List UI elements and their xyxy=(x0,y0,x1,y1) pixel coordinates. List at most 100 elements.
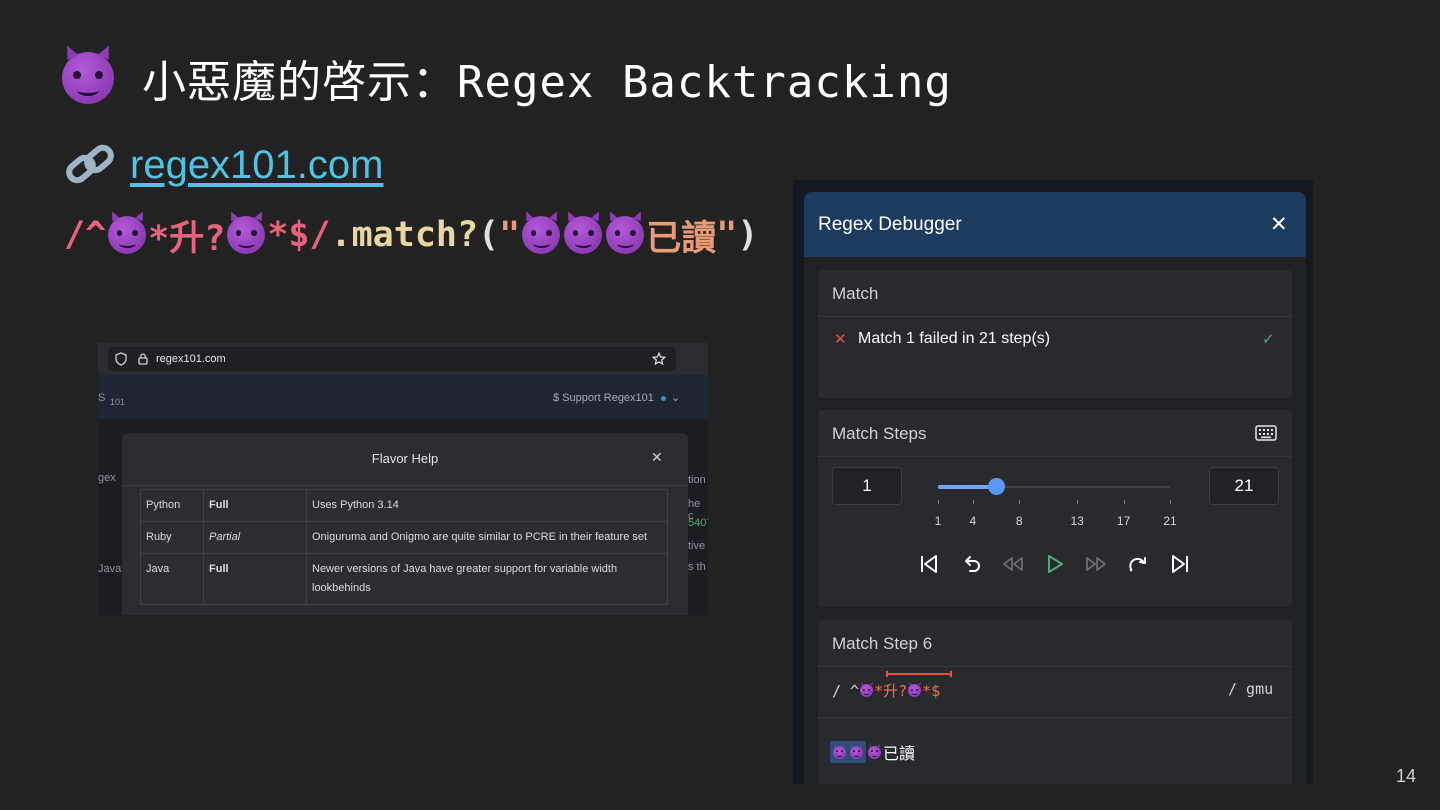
slider-tick xyxy=(972,500,974,504)
smiling-face-with-horns-icon xyxy=(606,216,645,254)
play-icon[interactable] xyxy=(1043,552,1067,576)
match-result-text: Match 1 failed in 21 step(s) xyxy=(858,330,1051,347)
match-steps-card: Match Steps 1 21 1 4 8 13 17 21 xyxy=(818,410,1292,607)
undo-icon[interactable] xyxy=(959,552,983,576)
browser-url-bar: regex101.com xyxy=(98,343,708,375)
debugger-header: Regex Debugger ✕ xyxy=(804,192,1306,257)
code-regex-open: /^ xyxy=(64,215,107,255)
notes-cell: Newer versions of Java have greater supp… xyxy=(306,553,668,605)
smiling-face-with-horns-icon xyxy=(860,684,874,697)
step-regex: / ^ *升? *$ xyxy=(832,680,940,701)
matched-selection xyxy=(830,741,866,763)
card-header: Match Step 6 xyxy=(818,620,1292,667)
star-icon[interactable] xyxy=(652,352,666,366)
link-icon xyxy=(66,144,114,184)
step-slider-handle[interactable] xyxy=(988,478,1005,495)
support-cell: Full xyxy=(203,553,307,605)
notes-cell: Oniguruma and Onigmo are quite similar t… xyxy=(306,521,668,554)
edge-text: tion xyxy=(688,474,706,486)
code-regex-mid1: *升? xyxy=(148,218,226,259)
keyboard-icon[interactable] xyxy=(1255,424,1277,442)
slider-tick-label: 4 xyxy=(969,514,977,528)
backtrack-marker xyxy=(886,671,952,677)
total-steps-box: 21 xyxy=(1209,467,1279,505)
divider xyxy=(818,717,1292,718)
test-subject: 已讀 xyxy=(830,740,915,764)
code-quote-close: " xyxy=(716,215,738,255)
x-icon: ✕ xyxy=(834,331,847,348)
subject-tail: 已讀 xyxy=(883,746,916,763)
smiling-face-with-horns-icon xyxy=(908,684,922,697)
smiling-face-with-horns-icon xyxy=(522,216,561,254)
code-string-tail: 已讀 xyxy=(646,218,717,259)
close-icon[interactable]: ✕ xyxy=(1270,212,1288,237)
slider-tick xyxy=(1123,500,1125,504)
smiling-face-with-horns-icon xyxy=(868,745,881,759)
support-cell: Partial xyxy=(203,521,307,554)
modal-title: Flavor Help xyxy=(371,451,439,466)
rewind-icon[interactable] xyxy=(1001,552,1025,576)
flavor-cell: Java xyxy=(140,553,204,605)
table-row: Ruby Partial Oniguruma and Onigmo are quit… xyxy=(140,521,668,554)
flavor-cell: Python xyxy=(140,489,204,522)
link-row: regex101.com xyxy=(64,138,383,192)
edge-text: s th xyxy=(688,561,706,573)
card-header: Match Steps xyxy=(818,410,1292,457)
smiling-face-with-horns-icon xyxy=(108,216,147,254)
slider-tick xyxy=(1019,500,1021,504)
regex-highlight-a: *升? xyxy=(874,682,908,700)
slider-tick-label: 13 xyxy=(1070,514,1084,528)
slider-tick-label: 21 xyxy=(1163,514,1177,528)
support-regex101-link[interactable]: $ Support Regex101 ⌄ xyxy=(553,391,680,404)
table-row: Java Full Newer versions of Java have grea… xyxy=(140,553,668,605)
match-step-heading: Match Step 6 xyxy=(832,634,933,653)
flavor-help-screenshot: regex101.com S 101 gex JavaS $ Support R… xyxy=(98,343,708,615)
debugger-title: Regex Debugger xyxy=(818,214,962,235)
support-cell: Full xyxy=(203,489,307,522)
lock-icon xyxy=(138,353,148,365)
address-box[interactable]: regex101.com xyxy=(108,347,676,371)
regex-debugger-panel: Regex Debugger ✕ Match ✕ Match 1 failed … xyxy=(793,180,1313,784)
match-card: Match ✕ Match 1 failed in 21 step(s) ✓ xyxy=(818,270,1292,398)
url-text: regex101.com xyxy=(156,353,226,365)
status-dot-icon xyxy=(660,395,666,401)
first-step-icon[interactable] xyxy=(917,552,941,576)
card-header: Match xyxy=(818,270,1292,317)
match-step-detail-card: Match Step 6 / ^ *升? *$ / gmu 已讀 xyxy=(818,620,1292,784)
slider-tick xyxy=(1077,500,1079,504)
current-step-input[interactable]: 1 xyxy=(832,467,902,505)
slider-tick-label: 1 xyxy=(934,514,942,528)
close-icon[interactable]: ✕ xyxy=(651,449,663,466)
table-row: Python Full Uses Python 3.14 xyxy=(140,489,668,522)
slider-tick xyxy=(1170,500,1171,504)
slider-tick-label: 17 xyxy=(1116,514,1131,528)
slide-title-text: 小惡魔的啓示：Regex Backtracking xyxy=(142,57,952,108)
notes-cell: Uses Python 3.14 xyxy=(306,489,668,522)
flavor-help-modal: Flavor Help ✕ Python Full Uses Python 3.14… xyxy=(122,433,688,615)
check-icon: ✓ xyxy=(1262,331,1275,348)
slider-tick xyxy=(938,500,939,504)
regex-prefix: / ^ xyxy=(832,681,860,700)
chevron-down-icon: ⌄ xyxy=(671,392,681,404)
redo-icon[interactable] xyxy=(1126,552,1150,576)
smiling-face-with-horns-icon xyxy=(62,52,114,104)
match-steps-heading: Match Steps xyxy=(832,424,927,443)
slide-title: 小惡魔的啓示：Regex Backtracking xyxy=(62,48,952,108)
smiling-face-with-horns-icon xyxy=(227,216,266,254)
shield-icon xyxy=(115,352,127,366)
smiling-face-with-horns-icon xyxy=(850,745,863,759)
code-quote-open: " xyxy=(499,215,521,255)
edge-text: 5407 xyxy=(688,517,708,529)
edge-text: tive xyxy=(688,540,706,552)
edge-text: 101 xyxy=(110,397,126,407)
match-heading: Match xyxy=(832,284,879,303)
edge-text: gex xyxy=(98,472,116,484)
regex101-link[interactable]: regex101.com xyxy=(130,143,383,188)
code-paren-close: ) xyxy=(737,215,759,255)
last-step-icon[interactable] xyxy=(1168,552,1192,576)
fast-forward-icon[interactable] xyxy=(1084,552,1108,576)
flavor-table: Python Full Uses Python 3.14 Ruby Partial Oni… xyxy=(140,489,668,605)
code-regex-mid2: *$/ xyxy=(267,215,331,255)
regex-flags: / gmu xyxy=(1228,680,1274,698)
code-method: .match? xyxy=(330,215,479,255)
